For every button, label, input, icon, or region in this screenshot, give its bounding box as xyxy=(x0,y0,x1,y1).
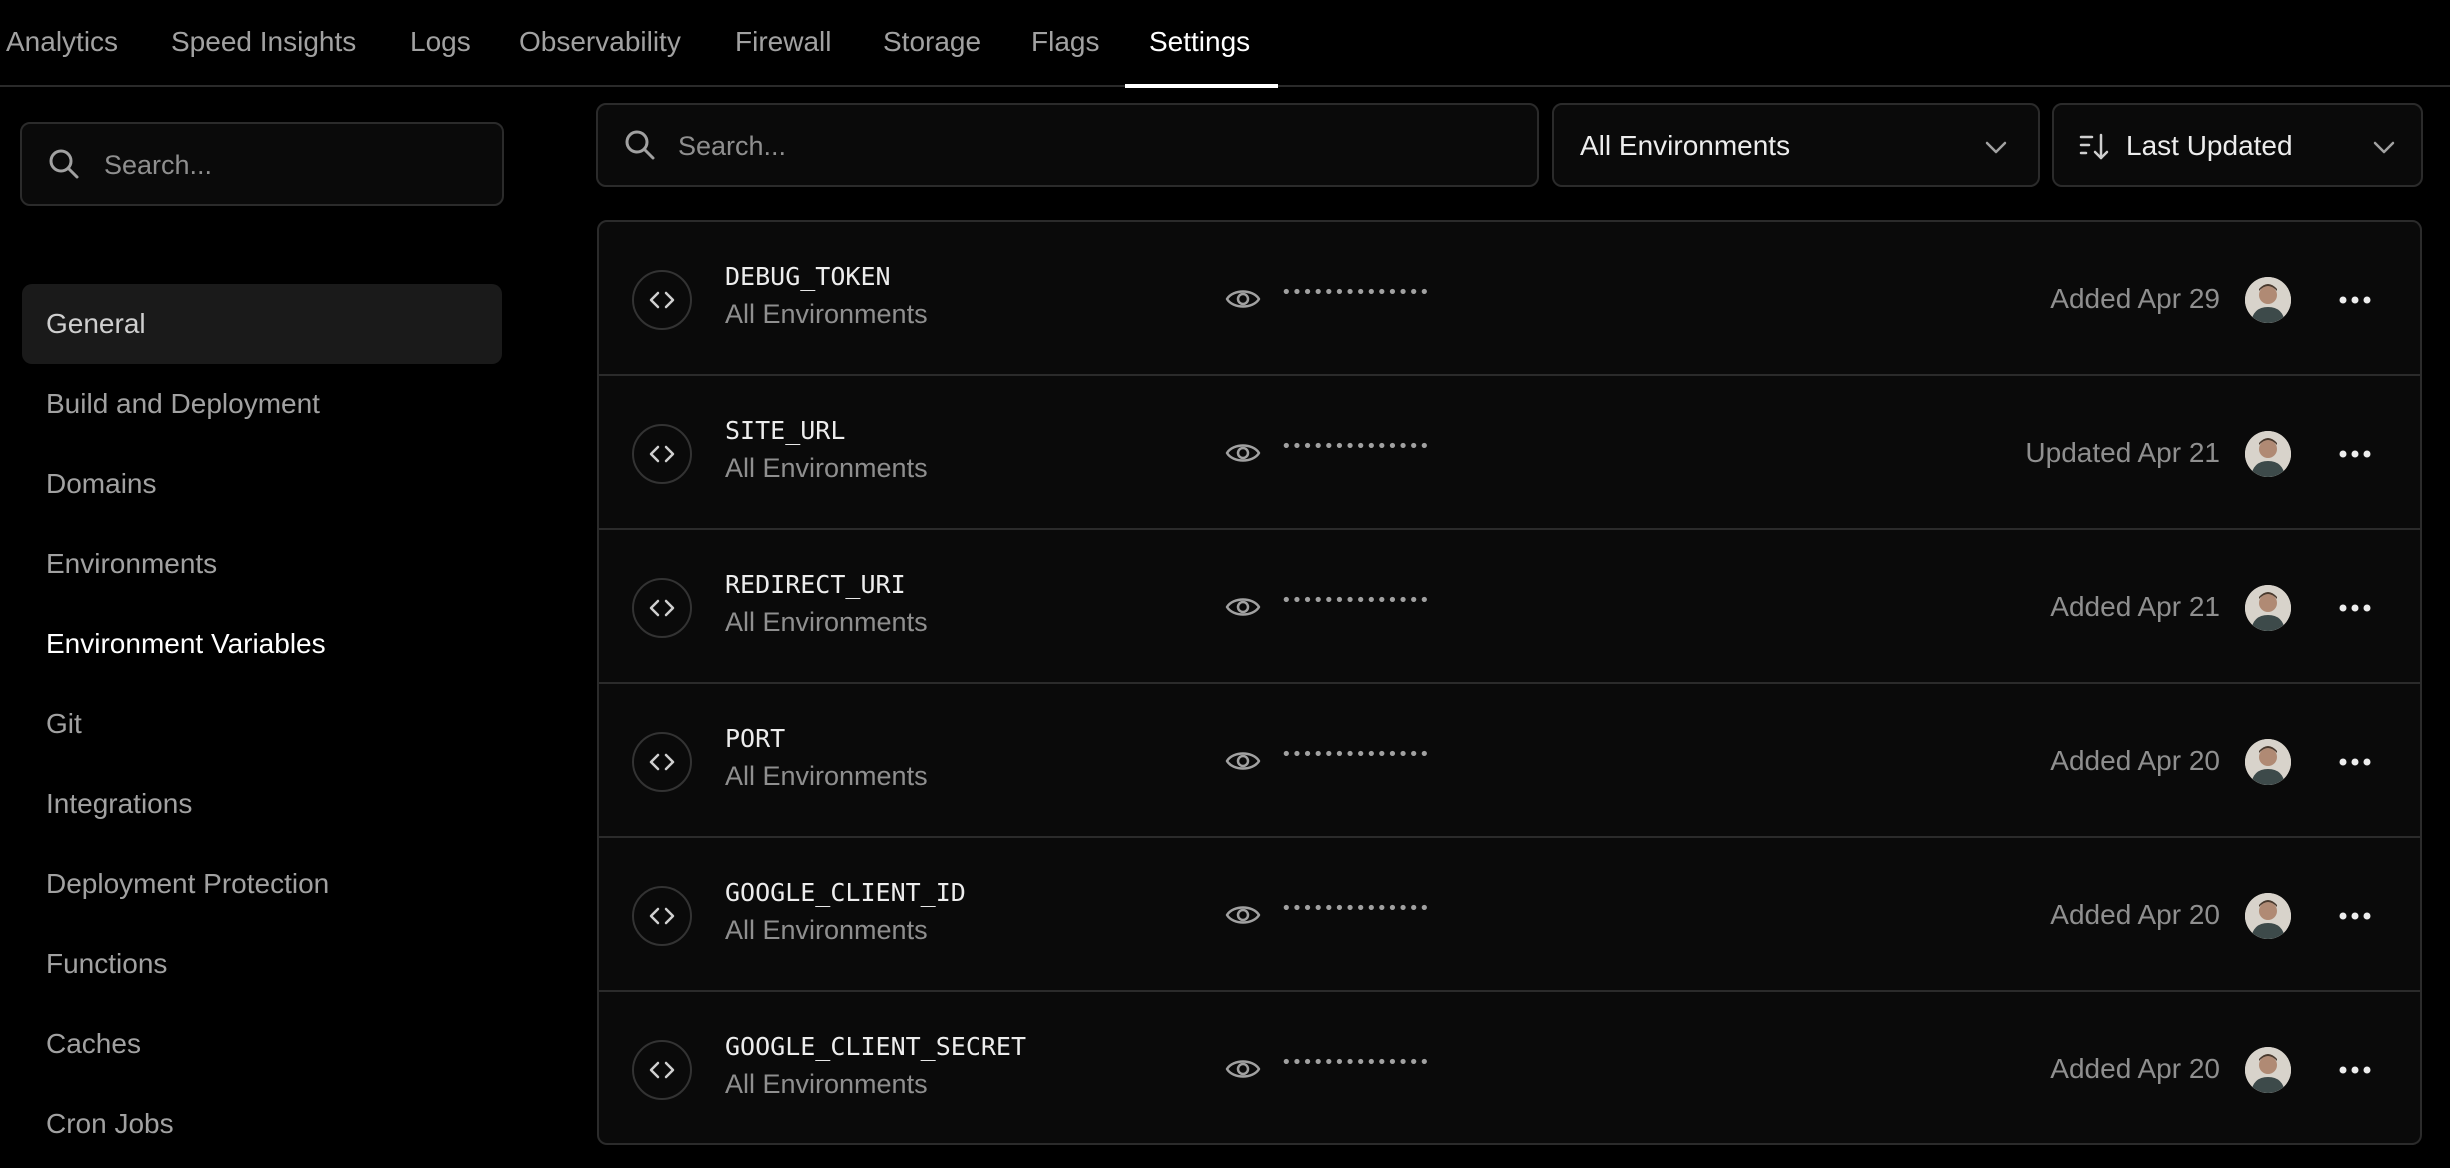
env-var-row[interactable]: GOOGLE_CLIENT_SECRET All Environments ••… xyxy=(599,992,2420,1143)
avatar xyxy=(2245,893,2291,939)
tab-analytics[interactable]: Analytics xyxy=(6,26,118,58)
search-icon xyxy=(622,127,658,168)
env-var-environment: All Environments xyxy=(725,607,928,637)
avatar xyxy=(2245,1047,2291,1093)
env-var-masked-value: •••••••••••••• xyxy=(1281,898,1430,919)
code-icon xyxy=(632,578,692,638)
avatar xyxy=(2245,739,2291,785)
env-var-environment: All Environments xyxy=(725,761,928,791)
search-icon xyxy=(46,146,82,187)
env-var-name: REDIRECT_URI xyxy=(725,570,906,599)
sidebar-item-cron-jobs[interactable]: Cron Jobs xyxy=(22,1084,502,1164)
env-var-masked-value: •••••••••••••• xyxy=(1281,282,1430,303)
tab-settings[interactable]: Settings xyxy=(1149,26,1250,58)
env-var-name: PORT xyxy=(725,724,786,753)
top-navigation: Analytics Speed Insights Logs Observabil… xyxy=(0,0,2450,88)
more-options-icon[interactable] xyxy=(2337,284,2373,321)
env-var-masked-value: •••••••••••••• xyxy=(1281,436,1430,457)
sort-value: Last Updated xyxy=(2126,130,2293,161)
env-var-search-placeholder: Search... xyxy=(678,131,787,161)
env-var-environment: All Environments xyxy=(725,453,928,483)
active-tab-indicator xyxy=(1125,84,1278,88)
sidebar-item-build-and-deployment[interactable]: Build and Deployment xyxy=(22,364,502,444)
env-var-environment: All Environments xyxy=(725,299,928,329)
sidebar-search[interactable]: Search... xyxy=(20,122,504,206)
sidebar-item-environments[interactable]: Environments xyxy=(22,524,502,604)
env-var-environment: All Environments xyxy=(725,915,928,945)
env-var-updated: Added Apr 20 xyxy=(2050,745,2220,776)
sidebar-item-deployment-protection[interactable]: Deployment Protection xyxy=(22,844,502,924)
env-var-name: DEBUG_TOKEN xyxy=(725,262,891,291)
avatar xyxy=(2245,431,2291,477)
env-var-updated: Added Apr 21 xyxy=(2050,591,2220,622)
sidebar-item-domains[interactable]: Domains xyxy=(22,444,502,524)
eye-icon[interactable] xyxy=(1225,437,1261,474)
code-icon xyxy=(632,1040,692,1100)
code-icon xyxy=(632,886,692,946)
avatar xyxy=(2245,585,2291,631)
tab-storage[interactable]: Storage xyxy=(883,26,981,58)
more-options-icon[interactable] xyxy=(2337,592,2373,629)
env-var-name: SITE_URL xyxy=(725,416,846,445)
eye-icon[interactable] xyxy=(1225,745,1261,782)
env-var-updated: Updated Apr 21 xyxy=(2025,437,2220,468)
chevron-down-icon xyxy=(2370,133,2398,166)
env-var-list: DEBUG_TOKEN All Environments •••••••••••… xyxy=(597,220,2422,1145)
code-icon xyxy=(632,732,692,792)
avatar xyxy=(2245,277,2291,323)
env-var-name: GOOGLE_CLIENT_ID xyxy=(725,878,966,907)
env-var-updated: Added Apr 20 xyxy=(2050,1053,2220,1084)
environment-filter-select[interactable]: All Environments xyxy=(1552,103,2040,187)
env-var-masked-value: •••••••••••••• xyxy=(1281,590,1430,611)
eye-icon[interactable] xyxy=(1225,591,1261,628)
env-var-name: GOOGLE_CLIENT_SECRET xyxy=(725,1032,1027,1061)
more-options-icon[interactable] xyxy=(2337,900,2373,937)
tab-observability[interactable]: Observability xyxy=(519,26,681,58)
chevron-down-icon xyxy=(1982,133,2010,166)
eye-icon[interactable] xyxy=(1225,283,1261,320)
tab-flags[interactable]: Flags xyxy=(1031,26,1099,58)
sidebar-search-placeholder: Search... xyxy=(104,150,213,180)
environment-filter-value: All Environments xyxy=(1580,130,1791,161)
sidebar-item-git[interactable]: Git xyxy=(22,684,502,764)
sidebar-item-general[interactable]: General xyxy=(22,284,502,364)
env-var-row[interactable]: DEBUG_TOKEN All Environments •••••••••••… xyxy=(599,222,2420,376)
more-options-icon[interactable] xyxy=(2337,746,2373,783)
tab-firewall[interactable]: Firewall xyxy=(735,26,831,58)
sidebar-item-environment-variables[interactable]: Environment Variables xyxy=(22,604,502,684)
env-var-masked-value: •••••••••••••• xyxy=(1281,1052,1430,1073)
env-var-updated: Added Apr 29 xyxy=(2050,283,2220,314)
env-var-environment: All Environments xyxy=(725,1069,928,1099)
sidebar-item-integrations[interactable]: Integrations xyxy=(22,764,502,844)
tab-speed-insights[interactable]: Speed Insights xyxy=(171,26,356,58)
sidebar-item-caches[interactable]: Caches xyxy=(22,1004,502,1084)
env-var-masked-value: •••••••••••••• xyxy=(1281,744,1430,765)
eye-icon[interactable] xyxy=(1225,1053,1261,1090)
env-var-row[interactable]: REDIRECT_URI All Environments ••••••••••… xyxy=(599,530,2420,684)
eye-icon[interactable] xyxy=(1225,899,1261,936)
more-options-icon[interactable] xyxy=(2337,1054,2373,1091)
env-var-row[interactable]: GOOGLE_CLIENT_ID All Environments ••••••… xyxy=(599,838,2420,992)
tab-logs[interactable]: Logs xyxy=(410,26,471,58)
env-var-updated: Added Apr 20 xyxy=(2050,899,2220,930)
sort-select[interactable]: Last Updated xyxy=(2052,103,2423,187)
sort-icon xyxy=(2078,131,2110,168)
env-var-row[interactable]: SITE_URL All Environments ••••••••••••••… xyxy=(599,376,2420,530)
env-var-row[interactable]: PORT All Environments •••••••••••••• Add… xyxy=(599,684,2420,838)
more-options-icon[interactable] xyxy=(2337,438,2373,475)
code-icon xyxy=(632,270,692,330)
env-var-search[interactable]: Search... xyxy=(596,103,1539,187)
sidebar-item-functions[interactable]: Functions xyxy=(22,924,502,1004)
code-icon xyxy=(632,424,692,484)
